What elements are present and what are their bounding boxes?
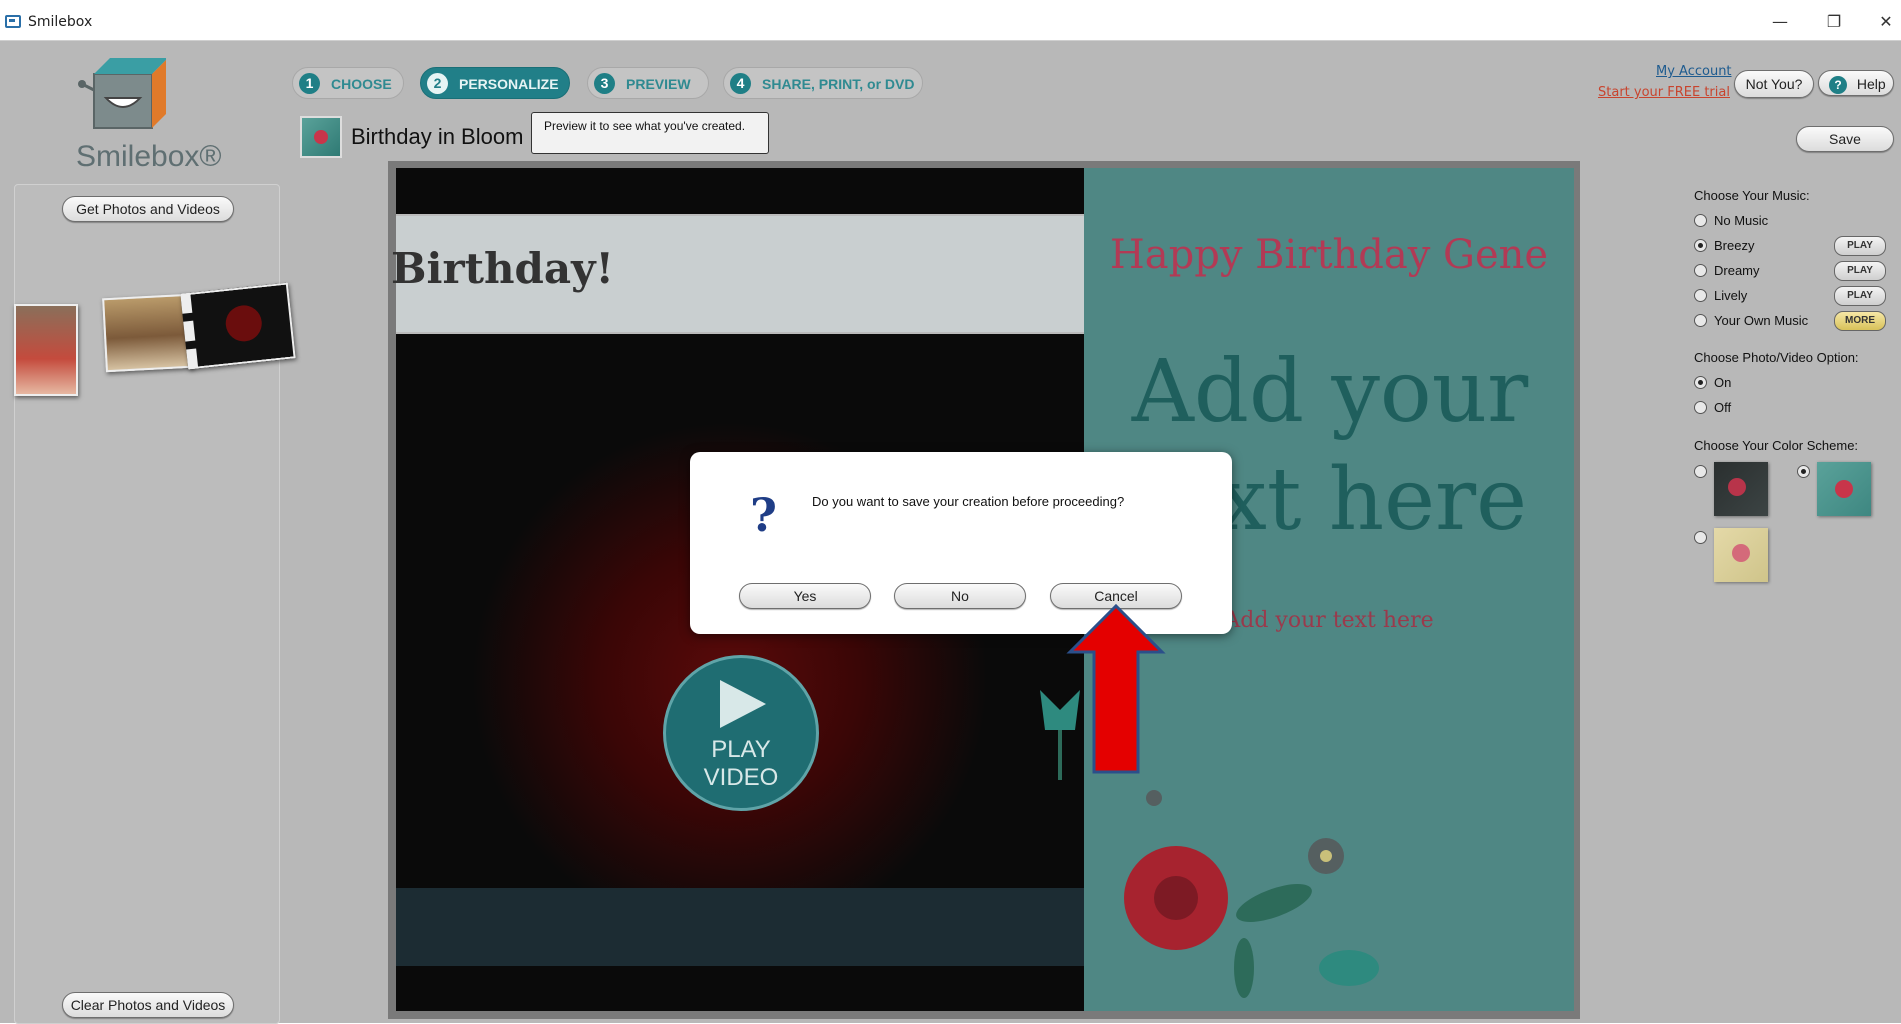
red-arrow-icon: [1066, 603, 1166, 774]
video-bottom-strip: [396, 888, 1084, 966]
question-icon: ?: [750, 488, 777, 542]
photo-option-label: Off: [1714, 400, 1732, 415]
project-thumbnail-icon: [300, 116, 342, 158]
color-scheme-radio-3[interactable]: [1694, 531, 1707, 544]
window-title: Smilebox: [28, 14, 93, 30]
music-label: Your Own Music: [1714, 313, 1809, 328]
help-icon: ?: [1829, 76, 1847, 94]
music-heading: Choose Your Music:: [1694, 188, 1810, 203]
play-breezy-button[interactable]: PLAY: [1834, 236, 1886, 256]
step-number: 1: [299, 73, 320, 94]
photo-option-label: On: [1714, 375, 1732, 390]
group-photo-thumbnail[interactable]: [102, 293, 194, 373]
dialog-message: Do you want to save your creation before…: [812, 494, 1125, 509]
title-bar: [0, 0, 1901, 41]
photo-radio-off[interactable]: [1694, 401, 1707, 414]
color-scheme-cream-swatch[interactable]: [1714, 528, 1768, 582]
play-lively-button[interactable]: PLAY: [1834, 286, 1886, 306]
step-number: 4: [730, 73, 751, 94]
step-number: 2: [427, 73, 448, 94]
color-scheme-heading: Choose Your Color Scheme:: [1694, 438, 1859, 453]
color-scheme-dark-swatch[interactable]: [1714, 462, 1768, 516]
help-button[interactable]: ? Help: [1818, 70, 1894, 96]
more-music-button[interactable]: MORE: [1834, 311, 1886, 331]
music-label: No Music: [1714, 213, 1769, 228]
preview-tooltip: Preview it to see what you've created.: [531, 112, 769, 154]
save-button[interactable]: Save: [1796, 126, 1894, 152]
photo-option-heading: Choose Photo/Video Option:: [1694, 350, 1859, 365]
clear-photos-button[interactable]: Clear Photos and Videos: [62, 992, 234, 1018]
step-personalize[interactable]: 2 PERSONALIZE: [420, 67, 570, 99]
banner-text: Birthday!: [391, 244, 614, 293]
color-scheme-teal-swatch[interactable]: [1817, 462, 1871, 516]
video-thumbnail[interactable]: [180, 282, 296, 370]
step-preview[interactable]: 3 PREVIEW: [587, 67, 709, 99]
close-button[interactable]: ✕: [1866, 8, 1901, 36]
minimize-button[interactable]: —: [1760, 8, 1800, 36]
music-radio-dreamy[interactable]: [1694, 264, 1707, 277]
music-label: Dreamy: [1714, 263, 1760, 278]
music-radio-own-music[interactable]: [1694, 314, 1707, 327]
card-title[interactable]: Happy Birthday Gene: [1084, 232, 1574, 278]
color-scheme-radio-1[interactable]: [1694, 465, 1707, 478]
play-dreamy-button[interactable]: PLAY: [1834, 261, 1886, 281]
smilebox-app-icon: [5, 15, 21, 28]
play-label-line1: PLAY: [711, 736, 771, 763]
not-you-button[interactable]: Not You?: [1734, 70, 1814, 98]
music-radio-no-music[interactable]: [1694, 214, 1707, 227]
step-label: PREVIEW: [626, 76, 691, 92]
step-label: SHARE, PRINT, or DVD: [762, 76, 915, 92]
step-share[interactable]: 4 SHARE, PRINT, or DVD: [723, 67, 923, 99]
step-label: PERSONALIZE: [459, 76, 559, 92]
yes-button[interactable]: Yes: [739, 583, 871, 609]
play-icon: [720, 680, 766, 728]
step-number: 3: [594, 73, 615, 94]
step-choose[interactable]: 1 CHOOSE: [292, 67, 404, 99]
smilebox-logo-icon: [76, 54, 168, 138]
music-radio-breezy[interactable]: [1694, 239, 1707, 252]
free-trial-link[interactable]: Start your FREE trial: [1598, 85, 1730, 100]
step-label: CHOOSE: [331, 76, 392, 92]
no-button[interactable]: No: [894, 583, 1026, 609]
project-title: Birthday in Bloom: [351, 124, 524, 149]
play-label-line2: VIDEO: [703, 764, 779, 791]
music-label: Breezy: [1714, 238, 1755, 253]
color-scheme-radio-2[interactable]: [1797, 465, 1810, 478]
music-radio-lively[interactable]: [1694, 289, 1707, 302]
help-label: Help: [1856, 76, 1886, 92]
music-label: Lively: [1714, 288, 1748, 303]
restore-button[interactable]: ❐: [1814, 8, 1854, 36]
photo-thumbnail[interactable]: [14, 304, 78, 396]
my-account-link[interactable]: My Account: [1656, 64, 1732, 79]
photo-radio-on[interactable]: [1694, 376, 1707, 389]
get-photos-button[interactable]: Get Photos and Videos: [62, 196, 234, 222]
logo-wordmark: Smilebox®: [76, 140, 222, 173]
play-video-label: PLAY VIDEO: [663, 736, 819, 792]
